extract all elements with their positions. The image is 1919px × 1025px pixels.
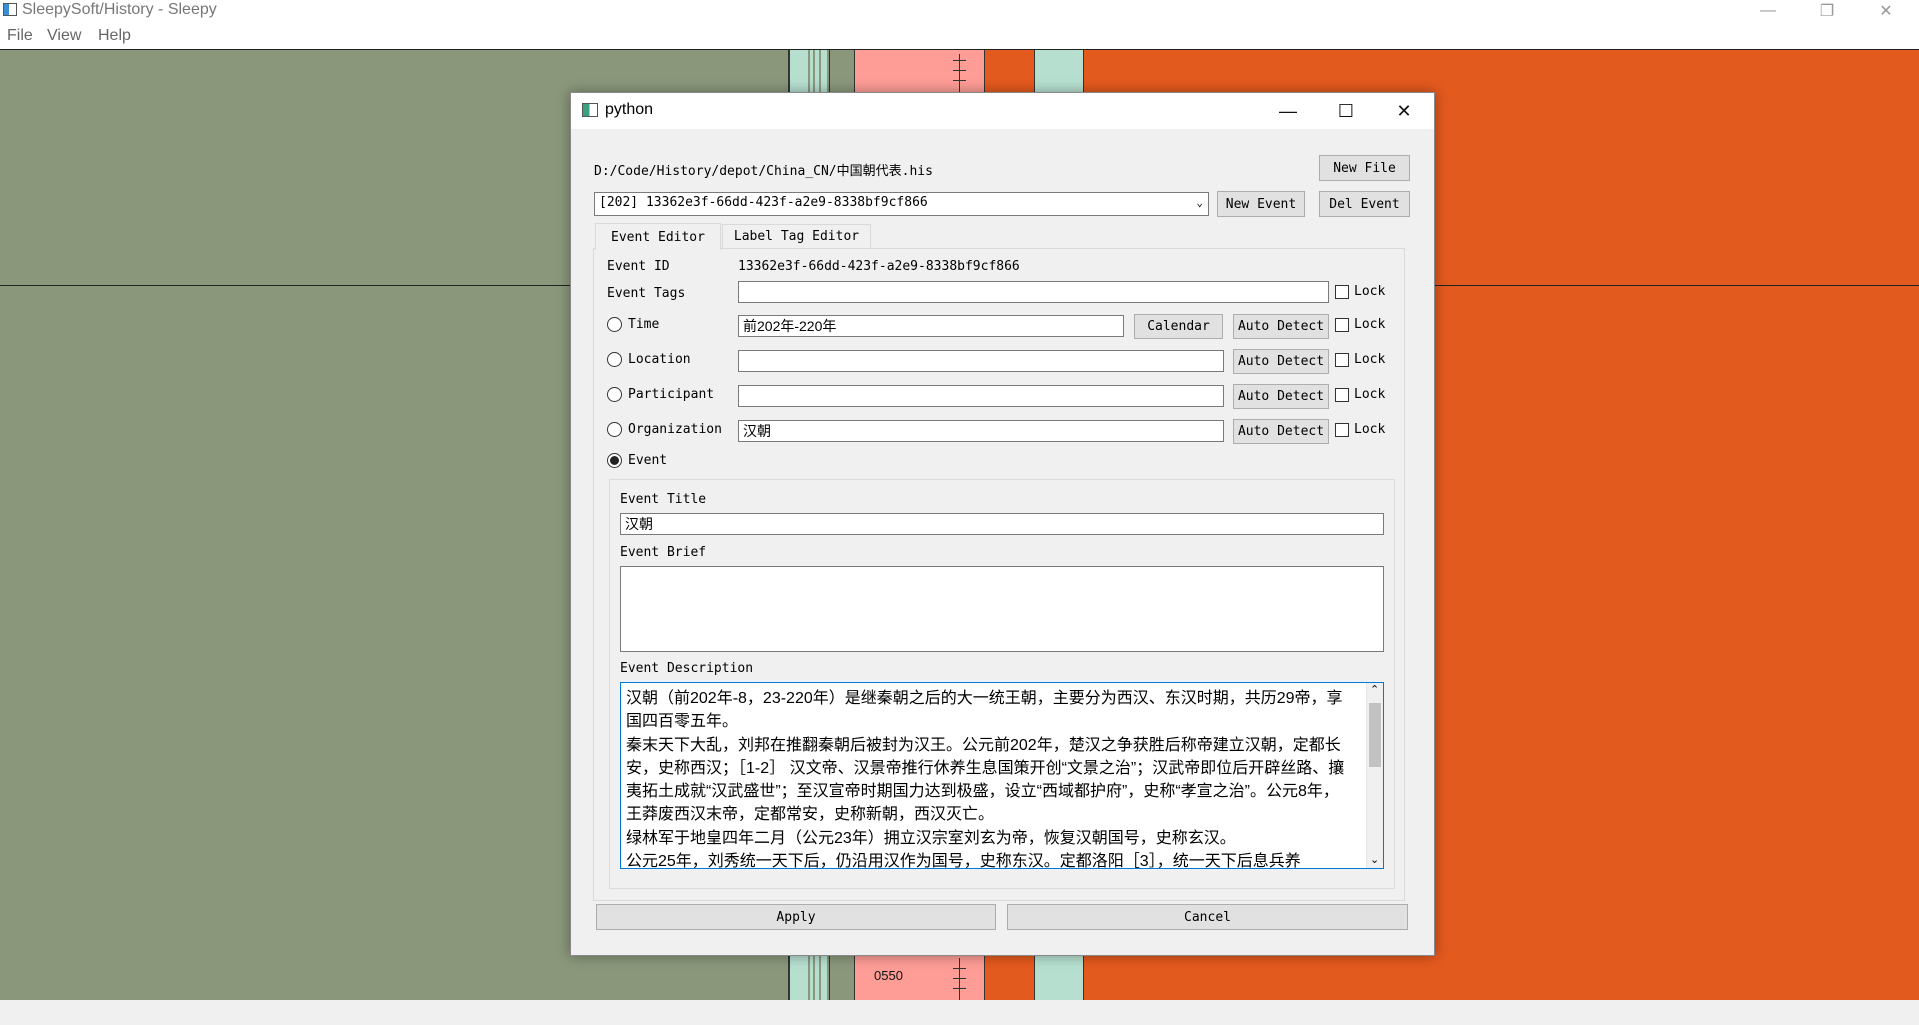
event-id-value: 13362e3f-66dd-423f-a2e9-8338bf9cf866 <box>738 259 1020 274</box>
del-event-button[interactable]: Del Event <box>1319 191 1410 217</box>
participant-lock-checkbox[interactable]: Lock <box>1335 387 1385 402</box>
scroll-down-icon[interactable]: ⌄ <box>1370 853 1379 866</box>
event-selector-value: [202] 13362e3f-66dd-423f-a2e9-8338bf9cf8… <box>599 195 928 210</box>
participant-auto-detect-button[interactable]: Auto Detect <box>1233 384 1329 409</box>
event-description-label: Event Description <box>620 661 754 676</box>
event-description-text: 汉朝（前202年-8，23-220年）是继秦朝之后的大一统王朝，主要分为西汉、东… <box>626 690 1345 869</box>
participant-radio[interactable]: Participant <box>607 387 714 402</box>
location-radio[interactable]: Location <box>607 352 691 367</box>
event-group: Event Title 汉朝 Event Brief Event Descrip… <box>609 479 1395 889</box>
dialog-maximize-icon[interactable]: ☐ <box>1317 93 1375 129</box>
event-id-label: Event ID <box>607 259 670 274</box>
tick-mark <box>953 978 966 979</box>
checkbox-icon <box>1335 317 1349 332</box>
app-icon <box>3 3 17 16</box>
tick-mark <box>953 988 966 989</box>
tab-event-editor[interactable]: Event Editor <box>595 223 721 250</box>
lock-label: Lock <box>1354 284 1386 299</box>
new-event-button[interactable]: New Event <box>1217 191 1305 217</box>
location-lock-checkbox[interactable]: Lock <box>1335 352 1385 367</box>
menu-help[interactable]: Help <box>98 27 131 45</box>
dialog-close-icon[interactable]: ✕ <box>1375 93 1433 129</box>
organization-auto-detect-button[interactable]: Auto Detect <box>1233 419 1329 444</box>
participant-input[interactable] <box>738 385 1224 407</box>
checkbox-icon <box>1335 352 1349 367</box>
radio-icon <box>607 317 622 332</box>
time-lock-checkbox[interactable]: Lock <box>1335 317 1385 332</box>
checkbox-icon <box>1335 284 1349 299</box>
tick-mark <box>953 80 966 81</box>
organization-lock-checkbox[interactable]: Lock <box>1335 422 1385 437</box>
radio-icon <box>607 422 622 437</box>
chevron-down-icon[interactable]: ⌄ <box>1196 195 1203 211</box>
menubar: File View Help <box>0 22 1919 50</box>
event-tags-label: Event Tags <box>607 286 686 301</box>
event-radio-label: Event <box>628 453 668 468</box>
event-title-input[interactable]: 汉朝 <box>620 513 1384 535</box>
location-input[interactable] <box>738 350 1224 372</box>
radio-icon <box>607 387 622 402</box>
organization-input[interactable]: 汉朝 <box>738 420 1224 442</box>
python-icon <box>582 103 598 117</box>
tick-mark <box>959 958 960 1000</box>
event-tags-lock-checkbox[interactable]: Lock <box>1335 284 1385 299</box>
window-title: SleepySoft/History - Sleepy <box>22 1 217 18</box>
event-radio[interactable]: Event <box>607 453 667 468</box>
organization-radio[interactable]: Organization <box>607 422 722 437</box>
event-brief-textarea[interactable] <box>620 566 1384 652</box>
time-radio[interactable]: Time <box>607 317 659 332</box>
cancel-button[interactable]: Cancel <box>1007 904 1408 930</box>
tick-mark <box>953 968 966 969</box>
timeline-tick-label: 0550 <box>874 968 903 983</box>
scrollbar-thumb[interactable] <box>1369 703 1381 767</box>
event-description-textarea[interactable]: 汉朝（前202年-8，23-220年）是继秦朝之后的大一统王朝，主要分为西汉、东… <box>620 682 1384 869</box>
statusbar <box>0 1000 1919 1025</box>
dialog-title: python <box>605 101 654 118</box>
event-brief-label: Event Brief <box>620 545 707 560</box>
location-auto-detect-button[interactable]: Auto Detect <box>1233 349 1329 374</box>
event-tags-input[interactable] <box>738 281 1329 303</box>
lock-label: Lock <box>1354 387 1386 402</box>
main-titlebar: SleepySoft/History - Sleepy — ❐ ✕ <box>0 0 1919 22</box>
calendar-button[interactable]: Calendar <box>1134 314 1223 339</box>
apply-button[interactable]: Apply <box>596 904 996 930</box>
scroll-up-icon[interactable]: ⌃ <box>1370 683 1379 696</box>
lock-label: Lock <box>1354 352 1386 367</box>
time-input[interactable]: 前202年-220年 <box>738 315 1124 337</box>
tab-label-tag-editor[interactable]: Label Tag Editor <box>722 224 871 249</box>
dialog-titlebar: python — ☐ ✕ <box>571 93 1434 129</box>
event-selector-combo[interactable]: [202] 13362e3f-66dd-423f-a2e9-8338bf9cf8… <box>594 192 1209 216</box>
checkbox-icon <box>1335 387 1349 402</box>
description-scrollbar[interactable]: ⌃ ⌄ <box>1366 683 1383 868</box>
menu-view[interactable]: View <box>47 27 81 45</box>
tick-mark <box>953 60 966 61</box>
restore-icon[interactable]: ❐ <box>1804 0 1850 22</box>
location-label: Location <box>628 352 691 367</box>
dialog-minimize-icon[interactable]: — <box>1259 93 1317 129</box>
lock-label: Lock <box>1354 422 1386 437</box>
time-auto-detect-button[interactable]: Auto Detect <box>1233 314 1329 339</box>
checkbox-icon <box>1335 422 1349 437</box>
radio-icon <box>607 352 622 367</box>
event-editor-dialog: python — ☐ ✕ D:/Code/History/depot/China… <box>570 92 1435 956</box>
file-path: D:/Code/History/depot/China_CN/中国朝代表.his <box>594 164 933 179</box>
lock-label: Lock <box>1354 317 1386 332</box>
organization-label: Organization <box>628 422 722 437</box>
radio-selected-icon <box>607 453 622 468</box>
minimize-icon[interactable]: — <box>1745 0 1791 22</box>
close-icon[interactable]: ✕ <box>1863 0 1909 22</box>
participant-label: Participant <box>628 387 715 402</box>
new-file-button[interactable]: New File <box>1319 155 1410 181</box>
time-label: Time <box>628 317 660 332</box>
tick-mark <box>953 70 966 71</box>
menu-file[interactable]: File <box>7 27 33 45</box>
event-title-label: Event Title <box>620 492 707 507</box>
